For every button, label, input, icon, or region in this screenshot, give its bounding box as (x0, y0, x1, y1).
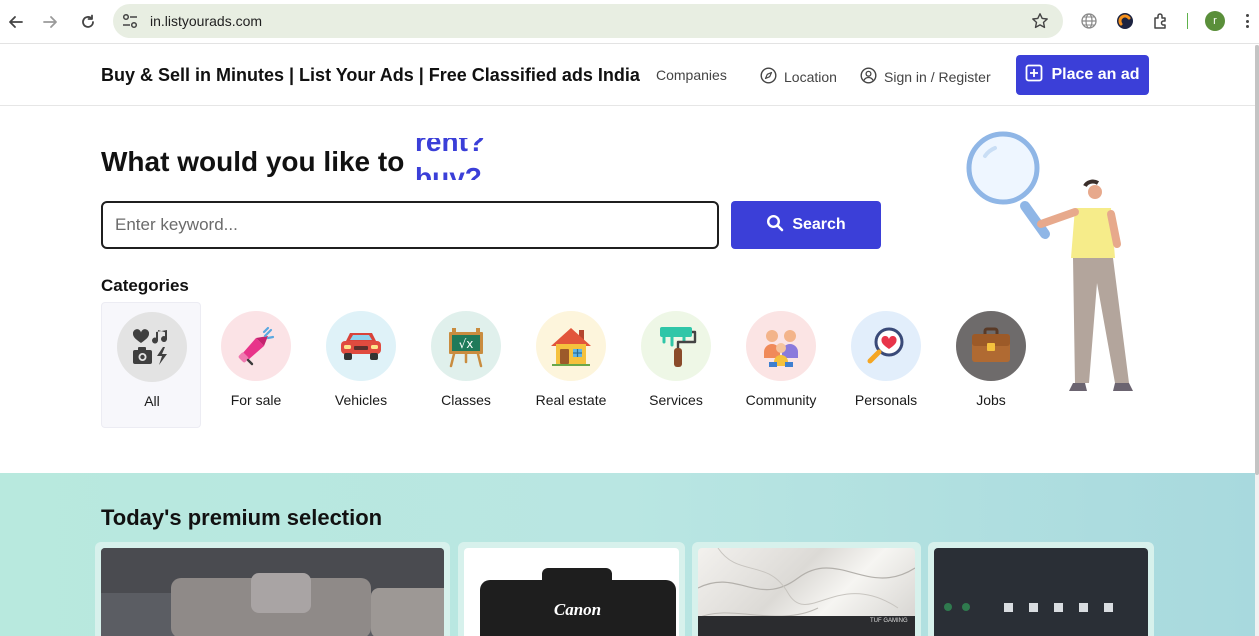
premium-card[interactable] (928, 542, 1154, 636)
companies-label: Companies (656, 67, 727, 83)
premium-card[interactable]: Canon (458, 542, 685, 636)
compass-icon (760, 67, 777, 87)
reload-icon[interactable] (76, 10, 100, 34)
category-personals[interactable]: Personals (836, 302, 936, 428)
category-all[interactable]: All (101, 302, 201, 428)
categories-title: Categories (101, 276, 189, 295)
sofa-photo[interactable] (101, 548, 444, 636)
site-header: Buy & Sell in Minutes | List Your Ads | … (0, 45, 1255, 106)
sign-in-label: Sign in / Register (884, 69, 991, 85)
extensions-puzzle-icon[interactable] (1151, 11, 1171, 31)
profile-avatar[interactable]: r (1205, 11, 1225, 31)
heart-music-camera-icon (117, 312, 187, 382)
chalkboard-icon: √x (431, 311, 501, 381)
laptop-caption-text: TUF GAMING (870, 618, 908, 624)
toolbar-divider (1187, 13, 1188, 29)
sign-in-link[interactable]: Sign in / Register (860, 67, 991, 87)
location-link[interactable]: Location (760, 67, 837, 87)
browser-menu-icon[interactable] (1240, 12, 1254, 30)
category-services[interactable]: Services (626, 302, 726, 428)
category-label: Vehicles (334, 392, 388, 408)
category-label: Real estate (535, 392, 607, 408)
house-icon (536, 311, 606, 381)
extension-logo-icon[interactable] (1115, 11, 1135, 31)
address-bar[interactable]: in.listyourads.com (113, 4, 1063, 38)
user-circle-icon (860, 67, 877, 87)
location-label: Location (784, 69, 837, 85)
url-text[interactable]: in.listyourads.com (150, 13, 262, 29)
category-vehicles[interactable]: Vehicles (311, 302, 411, 428)
rotating-word-rent: rent? (415, 138, 485, 157)
hero-illustration (955, 128, 1140, 398)
category-for-sale[interactable]: For sale (206, 302, 306, 428)
site-settings-icon[interactable] (121, 12, 139, 30)
category-label: For sale (230, 392, 282, 408)
rotating-word-buy: buy? (415, 162, 482, 180)
category-label: Personals (854, 392, 918, 408)
hero-heading: What would you like to (101, 146, 405, 177)
search-button[interactable]: Search (731, 201, 881, 249)
megaphone-icon (221, 311, 291, 381)
search-icon (766, 214, 784, 237)
premium-title: Today's premium selection (101, 505, 383, 530)
category-real-estate[interactable]: Real estate (521, 302, 621, 428)
back-icon[interactable] (4, 10, 28, 34)
dark-device-photo[interactable] (934, 548, 1148, 636)
magnifier-heart-icon (851, 311, 921, 381)
browser-toolbar: in.listyourads.com r (0, 0, 1259, 44)
rotating-word-container: rent? buy? (415, 138, 505, 180)
companies-link[interactable]: Companies (656, 67, 727, 83)
category-label: All (144, 393, 160, 409)
canon-camera-photo[interactable]: Canon (464, 548, 679, 636)
category-community[interactable]: Community (731, 302, 831, 428)
svg-text:√x: √x (459, 337, 474, 351)
page-scrollbar-thumb[interactable] (1255, 45, 1259, 475)
premium-card[interactable]: TUF GAMING (692, 542, 921, 636)
category-label: Services (649, 392, 703, 408)
premium-section: Today's premium selection Canon TUF GAMI… (0, 473, 1255, 636)
place-ad-label: Place an ad (1051, 66, 1140, 83)
car-icon (326, 311, 396, 381)
category-label: Community (745, 392, 817, 408)
category-classes[interactable]: √x Classes (416, 302, 516, 428)
search-button-label: Search (792, 216, 846, 233)
site-title[interactable]: Buy & Sell in Minutes | List Your Ads | … (101, 65, 640, 86)
translate-globe-icon[interactable] (1079, 11, 1099, 31)
place-ad-button[interactable]: Place an ad (1016, 55, 1149, 95)
category-label: Classes (441, 392, 491, 408)
bookmark-star-icon[interactable] (1031, 12, 1049, 30)
canon-brand-text: Canon (553, 600, 602, 619)
premium-card[interactable] (95, 542, 450, 636)
keyword-search-input[interactable] (101, 201, 719, 249)
paint-roller-icon (641, 311, 711, 381)
plus-square-icon (1025, 64, 1043, 87)
forward-icon[interactable] (38, 10, 62, 34)
people-icon (746, 311, 816, 381)
marble-laptop-photo[interactable]: TUF GAMING (698, 548, 915, 636)
